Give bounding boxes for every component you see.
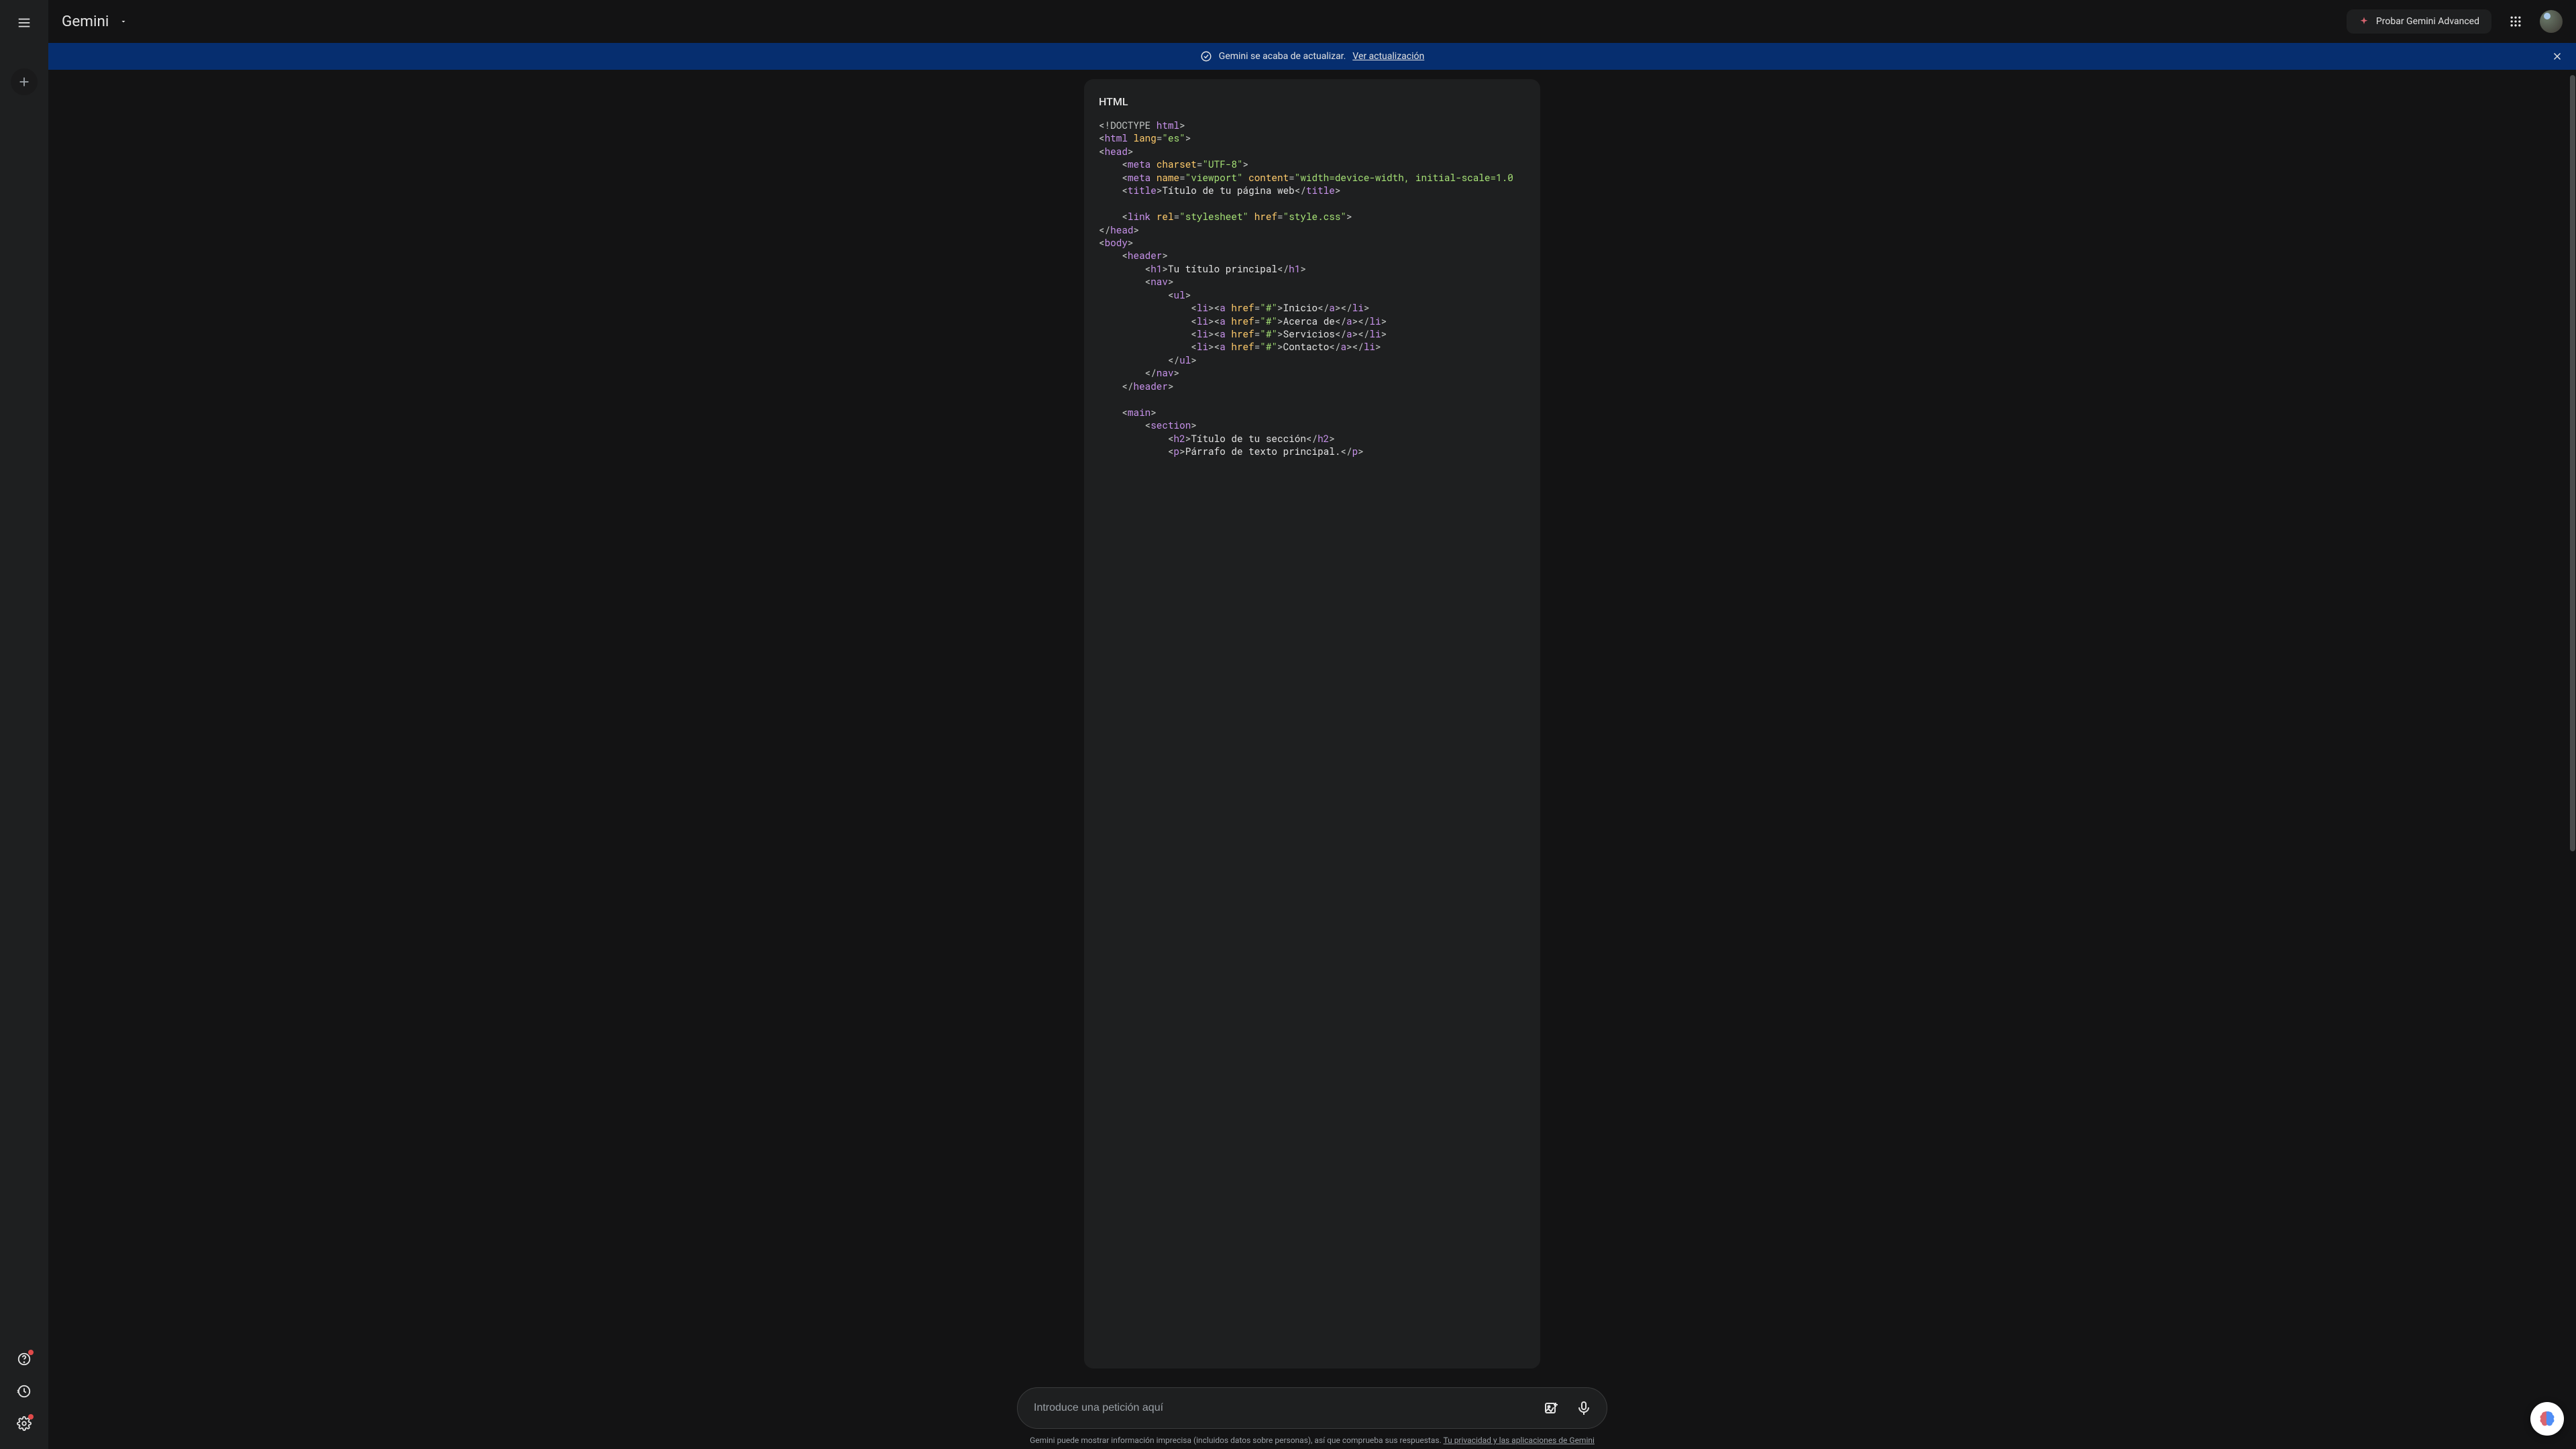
card-fade — [1084, 1315, 1540, 1368]
mic-button[interactable] — [1568, 1392, 1600, 1424]
notification-dot — [28, 1414, 34, 1419]
advanced-button[interactable]: Probar Gemini Advanced — [2347, 9, 2491, 34]
sparkle-icon — [2359, 16, 2369, 27]
brain-icon — [2538, 1409, 2557, 1428]
input-bar — [1017, 1387, 1607, 1429]
sidebar — [0, 0, 48, 1449]
code-card: HTML 1 2 <!DOCTYPE html> <html lang="es"… — [1084, 79, 1540, 1368]
disclaimer-text: Gemini puede mostrar información impreci… — [1030, 1436, 1443, 1445]
brand-title[interactable]: Gemini — [62, 13, 109, 30]
settings-button[interactable] — [11, 1410, 38, 1437]
main-area: Gemini Probar Gemini Advanced Gemini se … — [48, 0, 2576, 1449]
brand-dropdown[interactable] — [119, 17, 127, 25]
scrollbar-thumb[interactable] — [2570, 75, 2575, 851]
banner-link[interactable]: Ver actualización — [1352, 51, 1424, 62]
close-icon — [2551, 50, 2563, 62]
apps-grid-icon — [2509, 15, 2522, 28]
banner-text: Gemini se acaba de actualizar. — [1219, 51, 1346, 62]
hamburger-icon — [17, 15, 32, 30]
avatar[interactable] — [2540, 10, 2563, 33]
caret-down-icon — [119, 17, 127, 25]
image-upload-button[interactable] — [1536, 1392, 1568, 1424]
assistant-fab[interactable] — [2530, 1402, 2564, 1436]
banner-close-button[interactable] — [2548, 47, 2567, 66]
help-button[interactable] — [11, 1346, 38, 1373]
image-plus-icon — [1544, 1400, 1560, 1416]
card-title: HTML — [1084, 95, 1540, 119]
microphone-icon — [1576, 1400, 1592, 1416]
advanced-label: Probar Gemini Advanced — [2376, 16, 2479, 27]
prompt-input[interactable] — [1034, 1402, 1536, 1414]
scrollbar[interactable] — [2570, 75, 2575, 1368]
code-block: <!DOCTYPE html> <html lang="es"> <head> … — [1084, 119, 1540, 484]
header: Gemini Probar Gemini Advanced — [48, 0, 2576, 43]
disclaimer: Gemini puede mostrar información impreci… — [48, 1436, 2576, 1445]
check-badge-icon — [1200, 50, 1212, 62]
history-icon — [17, 1384, 32, 1399]
update-banner: Gemini se acaba de actualizar. Ver actua… — [48, 43, 2576, 70]
disclaimer-link[interactable]: Tu privacidad y las aplicaciones de Gemi… — [1444, 1436, 1595, 1445]
content: HTML 1 2 <!DOCTYPE html> <html lang="es"… — [48, 70, 2576, 1449]
apps-button[interactable] — [2502, 8, 2529, 35]
plus-icon — [17, 74, 32, 89]
menu-button[interactable] — [11, 9, 38, 36]
notification-dot — [28, 1350, 34, 1355]
activity-button[interactable] — [11, 1378, 38, 1405]
new-chat-button[interactable] — [11, 68, 38, 95]
